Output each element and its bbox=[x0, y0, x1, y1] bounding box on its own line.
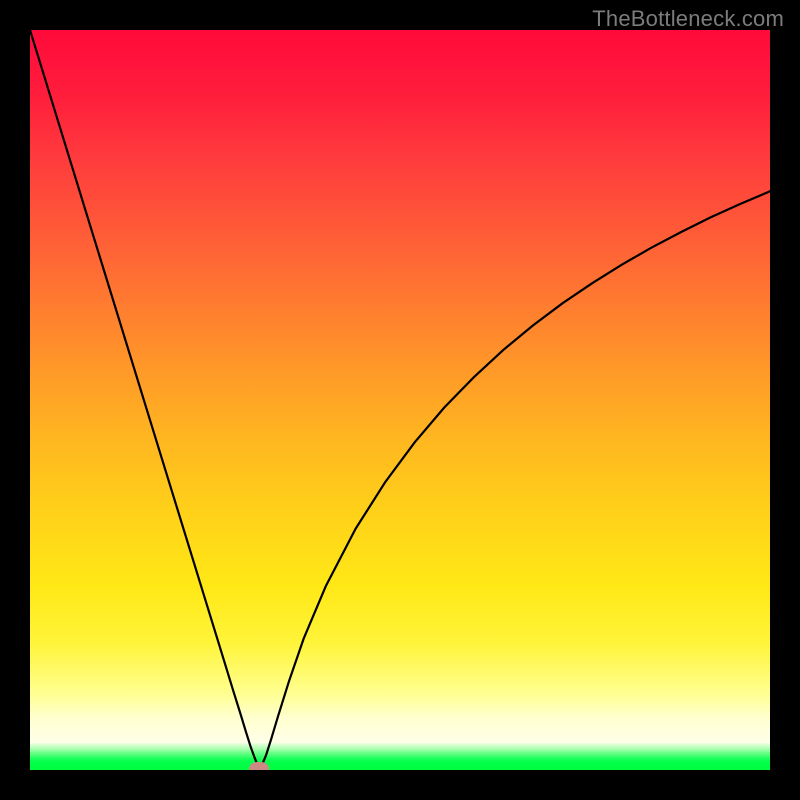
plot-area bbox=[30, 30, 770, 770]
watermark-text: TheBottleneck.com bbox=[592, 6, 784, 32]
bottleneck-curve bbox=[30, 30, 770, 770]
min-marker bbox=[249, 762, 269, 770]
outer-frame: TheBottleneck.com bbox=[0, 0, 800, 800]
